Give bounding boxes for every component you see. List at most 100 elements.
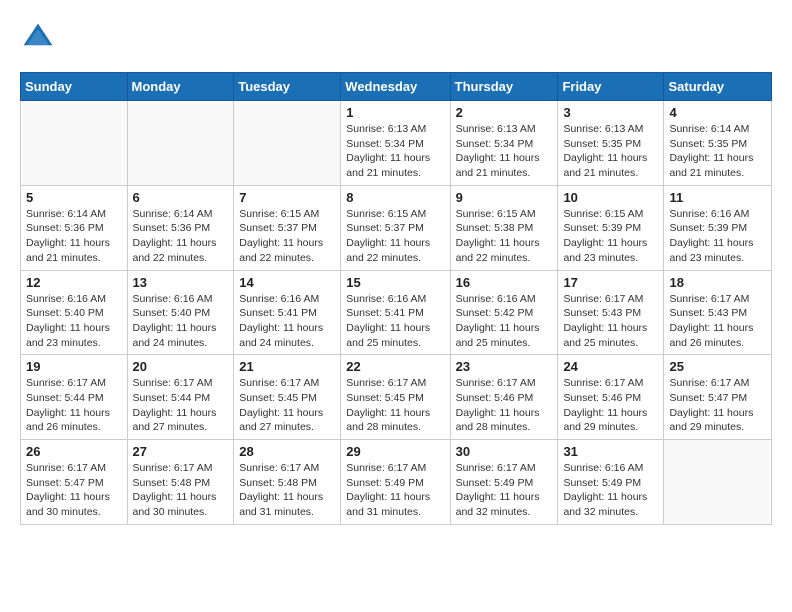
day-info: Sunrise: 6:15 AM Sunset: 5:37 PM Dayligh…: [239, 207, 335, 266]
calendar-cell: 4 Sunrise: 6:14 AM Sunset: 5:35 PM Daylig…: [664, 101, 772, 186]
day-number: 11: [669, 190, 766, 205]
calendar-cell: 25 Sunrise: 6:17 AM Sunset: 5:47 PM Dayli…: [664, 355, 772, 440]
day-number: 25: [669, 359, 766, 374]
day-info: Sunrise: 6:17 AM Sunset: 5:44 PM Dayligh…: [26, 376, 122, 435]
day-header-thursday: Thursday: [450, 73, 558, 101]
calendar-cell: 19 Sunrise: 6:17 AM Sunset: 5:44 PM Dayli…: [21, 355, 128, 440]
calendar-cell: 28Sunrise: 6:17 AM Sunset: 5:48 PM Dayli…: [234, 440, 341, 525]
day-info: Sunrise: 6:15 AM Sunset: 5:39 PM Dayligh…: [563, 207, 658, 266]
calendar-cell: 9 Sunrise: 6:15 AM Sunset: 5:38 PM Daylig…: [450, 185, 558, 270]
logo-icon: [20, 20, 56, 56]
day-number: 9: [456, 190, 553, 205]
day-info: Sunrise: 6:16 AM Sunset: 5:49 PM Dayligh…: [563, 461, 658, 520]
day-number: 26: [26, 444, 122, 459]
day-info: Sunrise: 6:14 AM Sunset: 5:36 PM Dayligh…: [133, 207, 229, 266]
day-header-tuesday: Tuesday: [234, 73, 341, 101]
day-info: Sunrise: 6:17 AM Sunset: 5:48 PM Dayligh…: [133, 461, 229, 520]
day-number: 27: [133, 444, 229, 459]
day-info: Sunrise: 6:17 AM Sunset: 5:45 PM Dayligh…: [239, 376, 335, 435]
day-info: Sunrise: 6:17 AM Sunset: 5:44 PM Dayligh…: [133, 376, 229, 435]
day-info: Sunrise: 6:17 AM Sunset: 5:46 PM Dayligh…: [456, 376, 553, 435]
day-number: 12: [26, 275, 122, 290]
day-info: Sunrise: 6:17 AM Sunset: 5:45 PM Dayligh…: [346, 376, 444, 435]
calendar-cell: 22 Sunrise: 6:17 AM Sunset: 5:45 PM Dayli…: [341, 355, 450, 440]
header-row: SundayMondayTuesdayWednesdayThursdayFrid…: [21, 73, 772, 101]
day-info: Sunrise: 6:13 AM Sunset: 5:35 PM Dayligh…: [563, 122, 658, 181]
day-number: 19: [26, 359, 122, 374]
day-number: 14: [239, 275, 335, 290]
day-info: Sunrise: 6:15 AM Sunset: 5:37 PM Dayligh…: [346, 207, 444, 266]
logo: [20, 20, 60, 56]
day-info: Sunrise: 6:17 AM Sunset: 5:47 PM Dayligh…: [26, 461, 122, 520]
calendar-cell: 16 Sunrise: 6:16 AM Sunset: 5:42 PM Dayli…: [450, 270, 558, 355]
page-header: [20, 20, 772, 56]
day-number: 23: [456, 359, 553, 374]
day-info: Sunrise: 6:17 AM Sunset: 5:49 PM Dayligh…: [456, 461, 553, 520]
day-header-monday: Monday: [127, 73, 234, 101]
day-number: 7: [239, 190, 335, 205]
calendar-cell: 10 Sunrise: 6:15 AM Sunset: 5:39 PM Dayli…: [558, 185, 664, 270]
day-number: 4: [669, 105, 766, 120]
calendar-cell: 14Sunrise: 6:16 AM Sunset: 5:41 PM Dayli…: [234, 270, 341, 355]
day-info: Sunrise: 6:17 AM Sunset: 5:43 PM Dayligh…: [563, 292, 658, 351]
calendar-cell: 13Sunrise: 6:16 AM Sunset: 5:40 PM Dayli…: [127, 270, 234, 355]
calendar-cell: 27 Sunrise: 6:17 AM Sunset: 5:48 PM Dayli…: [127, 440, 234, 525]
day-info: Sunrise: 6:17 AM Sunset: 5:43 PM Dayligh…: [669, 292, 766, 351]
calendar-cell: 17 Sunrise: 6:17 AM Sunset: 5:43 PM Dayli…: [558, 270, 664, 355]
day-number: 29: [346, 444, 444, 459]
calendar-cell: 30 Sunrise: 6:17 AM Sunset: 5:49 PM Dayli…: [450, 440, 558, 525]
day-number: 31: [563, 444, 658, 459]
day-header-saturday: Saturday: [664, 73, 772, 101]
day-header-wednesday: Wednesday: [341, 73, 450, 101]
calendar-cell: 21 Sunrise: 6:17 AM Sunset: 5:45 PM Dayli…: [234, 355, 341, 440]
calendar-cell: 29Sunrise: 6:17 AM Sunset: 5:49 PM Dayli…: [341, 440, 450, 525]
day-info: Sunrise: 6:17 AM Sunset: 5:47 PM Dayligh…: [669, 376, 766, 435]
day-info: Sunrise: 6:16 AM Sunset: 5:42 PM Dayligh…: [456, 292, 553, 351]
day-number: 13: [133, 275, 229, 290]
calendar-cell: 20 Sunrise: 6:17 AM Sunset: 5:44 PM Dayli…: [127, 355, 234, 440]
day-number: 28: [239, 444, 335, 459]
calendar-cell: 7 Sunrise: 6:15 AM Sunset: 5:37 PM Daylig…: [234, 185, 341, 270]
day-header-friday: Friday: [558, 73, 664, 101]
calendar-cell: 12 Sunrise: 6:16 AM Sunset: 5:40 PM Dayli…: [21, 270, 128, 355]
day-number: 30: [456, 444, 553, 459]
calendar-cell: 2 Sunrise: 6:13 AM Sunset: 5:34 PM Daylig…: [450, 101, 558, 186]
day-info: Sunrise: 6:15 AM Sunset: 5:38 PM Dayligh…: [456, 207, 553, 266]
day-info: Sunrise: 6:16 AM Sunset: 5:41 PM Dayligh…: [346, 292, 444, 351]
day-info: Sunrise: 6:17 AM Sunset: 5:46 PM Dayligh…: [563, 376, 658, 435]
day-number: 16: [456, 275, 553, 290]
day-number: 8: [346, 190, 444, 205]
calendar-cell: 24 Sunrise: 6:17 AM Sunset: 5:46 PM Dayli…: [558, 355, 664, 440]
calendar-cell: 15Sunrise: 6:16 AM Sunset: 5:41 PM Dayli…: [341, 270, 450, 355]
week-row-5: 26 Sunrise: 6:17 AM Sunset: 5:47 PM Dayli…: [21, 440, 772, 525]
day-number: 10: [563, 190, 658, 205]
day-info: Sunrise: 6:13 AM Sunset: 5:34 PM Dayligh…: [346, 122, 444, 181]
day-info: Sunrise: 6:16 AM Sunset: 5:40 PM Dayligh…: [26, 292, 122, 351]
calendar-cell: 8 Sunrise: 6:15 AM Sunset: 5:37 PM Daylig…: [341, 185, 450, 270]
day-number: 21: [239, 359, 335, 374]
day-info: Sunrise: 6:14 AM Sunset: 5:35 PM Dayligh…: [669, 122, 766, 181]
day-number: 2: [456, 105, 553, 120]
day-info: Sunrise: 6:14 AM Sunset: 5:36 PM Dayligh…: [26, 207, 122, 266]
day-number: 5: [26, 190, 122, 205]
day-header-sunday: Sunday: [21, 73, 128, 101]
week-row-2: 5 Sunrise: 6:14 AM Sunset: 5:36 PM Daylig…: [21, 185, 772, 270]
calendar-cell: 31 Sunrise: 6:16 AM Sunset: 5:49 PM Dayli…: [558, 440, 664, 525]
day-info: Sunrise: 6:13 AM Sunset: 5:34 PM Dayligh…: [456, 122, 553, 181]
week-row-3: 12 Sunrise: 6:16 AM Sunset: 5:40 PM Dayli…: [21, 270, 772, 355]
calendar-cell: 5 Sunrise: 6:14 AM Sunset: 5:36 PM Daylig…: [21, 185, 128, 270]
calendar-cell: [127, 101, 234, 186]
calendar-cell: 11Sunrise: 6:16 AM Sunset: 5:39 PM Dayli…: [664, 185, 772, 270]
calendar-cell: 26 Sunrise: 6:17 AM Sunset: 5:47 PM Dayli…: [21, 440, 128, 525]
day-number: 24: [563, 359, 658, 374]
day-number: 1: [346, 105, 444, 120]
calendar-cell: 3 Sunrise: 6:13 AM Sunset: 5:35 PM Daylig…: [558, 101, 664, 186]
day-number: 3: [563, 105, 658, 120]
calendar-cell: 23 Sunrise: 6:17 AM Sunset: 5:46 PM Dayli…: [450, 355, 558, 440]
calendar-cell: [664, 440, 772, 525]
day-number: 20: [133, 359, 229, 374]
week-row-1: 1 Sunrise: 6:13 AM Sunset: 5:34 PM Daylig…: [21, 101, 772, 186]
week-row-4: 19 Sunrise: 6:17 AM Sunset: 5:44 PM Dayli…: [21, 355, 772, 440]
day-number: 22: [346, 359, 444, 374]
day-number: 17: [563, 275, 658, 290]
